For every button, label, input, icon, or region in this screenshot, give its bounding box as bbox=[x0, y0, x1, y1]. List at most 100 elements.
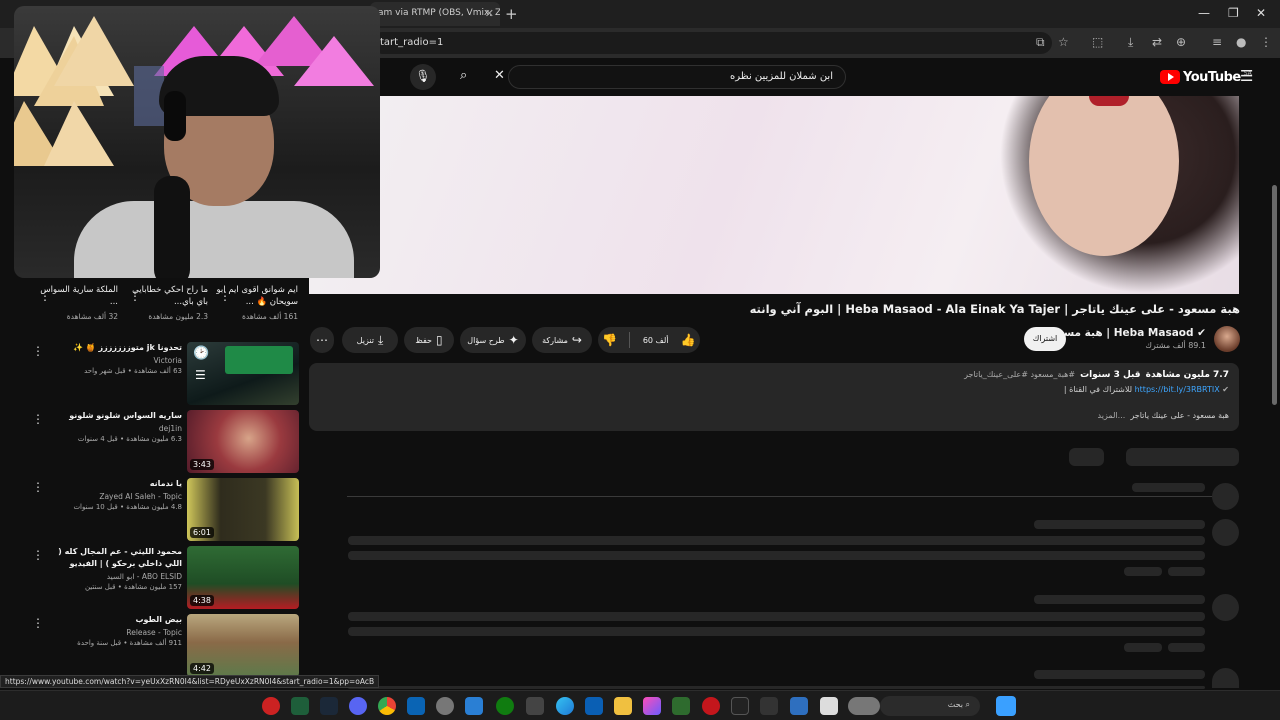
steam-icon[interactable] bbox=[320, 697, 338, 715]
recommendation-item[interactable]: 🕑 ☰ تحدونا jk متوززززززز 🍯 ✨ Victoria 63… bbox=[32, 342, 300, 406]
app-icon[interactable] bbox=[291, 697, 309, 715]
favorites-bar-icon[interactable]: ≡ bbox=[1212, 35, 1222, 49]
ask-button[interactable]: ✦ طرح سؤال bbox=[460, 327, 526, 353]
description-line-1: 7.7 مليون مشاهدة قبل 3 سنوات #هبة_مسعود … bbox=[964, 370, 1229, 380]
more-vert-icon[interactable]: ⋮ bbox=[219, 289, 231, 303]
video-thumbnail[interactable]: 4:42 bbox=[187, 614, 299, 677]
edge-icon[interactable] bbox=[556, 697, 574, 715]
recommendation-item[interactable]: 4:42 بيض الطوب Release - Topic 911 ألف م… bbox=[32, 614, 300, 678]
browser-tab[interactable]: am via RTMP (OBS, Vmix, Zo ✕ bbox=[370, 2, 500, 26]
youtube-logo[interactable]: YouTube SA bbox=[1160, 69, 1252, 85]
recommendation-title: ساريه السواس شلونو شلونو bbox=[69, 411, 182, 420]
video-thumbnail[interactable]: 6:01 bbox=[187, 478, 299, 541]
discord-icon[interactable] bbox=[349, 697, 367, 715]
video-duration: 3:43 bbox=[190, 459, 214, 470]
recommendation-item[interactable]: 3:43 ساريه السواس شلونو شلونو dej1in 6.3… bbox=[32, 410, 300, 474]
watch-later-icon[interactable]: 🕑 bbox=[193, 346, 209, 361]
more-vert-icon[interactable]: ⋮ bbox=[32, 412, 44, 426]
channel-avatar[interactable] bbox=[1214, 326, 1240, 352]
skeleton-avatar bbox=[1212, 519, 1239, 546]
windows-start-icon[interactable] bbox=[996, 696, 1016, 716]
download-icon[interactable]: ⤓ bbox=[1128, 35, 1133, 50]
app-icon[interactable] bbox=[760, 697, 778, 715]
more-actions-button[interactable]: ⋯ bbox=[310, 327, 334, 353]
chrome-icon[interactable] bbox=[378, 697, 396, 715]
clear-search-icon[interactable]: ✕ bbox=[494, 68, 505, 83]
restore-icon[interactable]: ❐ bbox=[1228, 6, 1239, 20]
app-icon[interactable] bbox=[672, 697, 690, 715]
skeleton-line bbox=[1132, 483, 1205, 492]
weather-widget-icon[interactable] bbox=[848, 697, 880, 715]
settings-icon[interactable] bbox=[436, 697, 454, 715]
show-more-link[interactable]: ...المزيد bbox=[1098, 411, 1126, 420]
description-link[interactable]: https://bit.ly/3RBRTIX bbox=[1135, 385, 1220, 394]
recommendation-channel: Victoria bbox=[153, 356, 182, 365]
recommendation-item[interactable]: 6:01 يا ندمانه Zayed Al Saleh - Topic 4.… bbox=[32, 478, 300, 542]
hashtags[interactable]: #هبة_مسعود #على_عينك_ياتاجر bbox=[964, 370, 1075, 379]
recommendation-item[interactable]: 4:38 محمود الليثي - عم المجال كله ( اللي… bbox=[32, 546, 300, 610]
skeleton-line bbox=[1124, 567, 1162, 576]
share-button[interactable]: ↪ مشاركة bbox=[532, 327, 592, 353]
hamburger-menu-icon[interactable]: ☰ bbox=[1240, 67, 1253, 85]
more-vert-icon[interactable]: ⋮ bbox=[129, 289, 141, 303]
app-icon[interactable] bbox=[790, 697, 808, 715]
install-app-icon[interactable]: ⧉ bbox=[1036, 35, 1045, 50]
taskbar-search[interactable]: ⌕ بحث bbox=[880, 696, 980, 716]
scrollbar-thumb[interactable] bbox=[1272, 185, 1277, 405]
store-icon[interactable] bbox=[526, 697, 544, 715]
skeleton-line bbox=[348, 686, 1205, 689]
subscribe-button[interactable]: اشتراك bbox=[1024, 327, 1066, 351]
outlook-icon[interactable] bbox=[407, 697, 425, 715]
microphone bbox=[154, 176, 190, 278]
more-vert-icon[interactable]: ⋮ bbox=[32, 548, 44, 562]
close-tab-icon[interactable]: ✕ bbox=[485, 7, 494, 20]
skeleton-line bbox=[1034, 520, 1205, 529]
app-icon[interactable] bbox=[465, 697, 483, 715]
video-thumbnail[interactable]: 4:38 bbox=[187, 546, 299, 609]
channel-name-text: Heba Masaod | هبة مسعود bbox=[1045, 327, 1194, 339]
view-count: 7.7 مليون مشاهدة bbox=[1145, 370, 1229, 380]
extensions-icon[interactable]: ⬚ bbox=[1092, 35, 1103, 49]
app-icon[interactable] bbox=[585, 697, 603, 715]
download-button[interactable]: ⤓ تنزيل bbox=[342, 327, 398, 353]
collections-icon[interactable]: ⊕ bbox=[1176, 35, 1186, 49]
recommendation-info: محمود الليثي - عم المجال كله ( اللي داخل… bbox=[52, 546, 182, 591]
translate-icon[interactable]: ⇄ bbox=[1152, 35, 1162, 49]
new-tab-icon[interactable]: + bbox=[505, 5, 518, 23]
description-box[interactable]: 7.7 مليون مشاهدة قبل 3 سنوات #هبة_مسعود … bbox=[309, 363, 1239, 431]
more-vert-icon[interactable]: ⋮ bbox=[32, 480, 44, 494]
more-vert-icon[interactable]: ⋮ bbox=[32, 344, 44, 358]
notepad-icon[interactable] bbox=[820, 697, 838, 715]
more-vert-icon[interactable]: ⋮ bbox=[32, 616, 44, 630]
voice-search-icon[interactable]: 🎙 bbox=[410, 64, 436, 90]
capcut-icon[interactable] bbox=[731, 697, 749, 715]
file-explorer-icon[interactable] bbox=[614, 697, 632, 715]
channel-name[interactable]: ✔ Heba Masaod | هبة مسعود bbox=[1046, 327, 1206, 339]
dislike-icon[interactable]: 👎 bbox=[602, 333, 617, 347]
address-bar[interactable]: tart_radio=1 bbox=[372, 32, 1052, 54]
opera-icon[interactable] bbox=[702, 697, 720, 715]
recommendation-meta: 6.3 مليون مشاهدة • قبل 4 سنوات bbox=[77, 435, 182, 443]
skeleton-line bbox=[348, 551, 1205, 560]
like-icon[interactable]: 👍 bbox=[681, 333, 696, 347]
skeleton-line bbox=[1034, 670, 1205, 679]
more-vert-icon[interactable]: ⋮ bbox=[39, 289, 51, 303]
close-window-icon[interactable]: ✕ bbox=[1256, 6, 1266, 20]
app-icon[interactable] bbox=[262, 697, 280, 715]
more-options-icon[interactable]: ⋮ bbox=[1260, 35, 1272, 49]
app-icon[interactable] bbox=[643, 697, 661, 715]
minimize-icon[interactable]: — bbox=[1198, 6, 1210, 20]
add-to-queue-icon[interactable]: ☰ bbox=[195, 368, 206, 382]
search-icon[interactable]: ⌕ bbox=[460, 68, 467, 83]
video-player[interactable] bbox=[309, 96, 1239, 294]
search-input[interactable]: ابن شملان للمزيين نظره bbox=[508, 65, 846, 89]
video-thumbnail[interactable]: 3:43 bbox=[187, 410, 299, 473]
favorite-star-icon[interactable]: ☆ bbox=[1058, 35, 1069, 49]
profile-icon[interactable]: ● bbox=[1236, 35, 1246, 49]
skeleton-line bbox=[1168, 643, 1205, 652]
ask-label: طرح سؤال bbox=[467, 335, 505, 345]
xbox-icon[interactable] bbox=[496, 697, 514, 715]
video-thumbnail[interactable]: 🕑 ☰ bbox=[187, 342, 299, 405]
description-line-2: ✔ https://bit.ly/3RBRTIX للاشتراك في الق… bbox=[1064, 385, 1229, 394]
save-button[interactable]: ▯ حفظ bbox=[404, 327, 454, 353]
